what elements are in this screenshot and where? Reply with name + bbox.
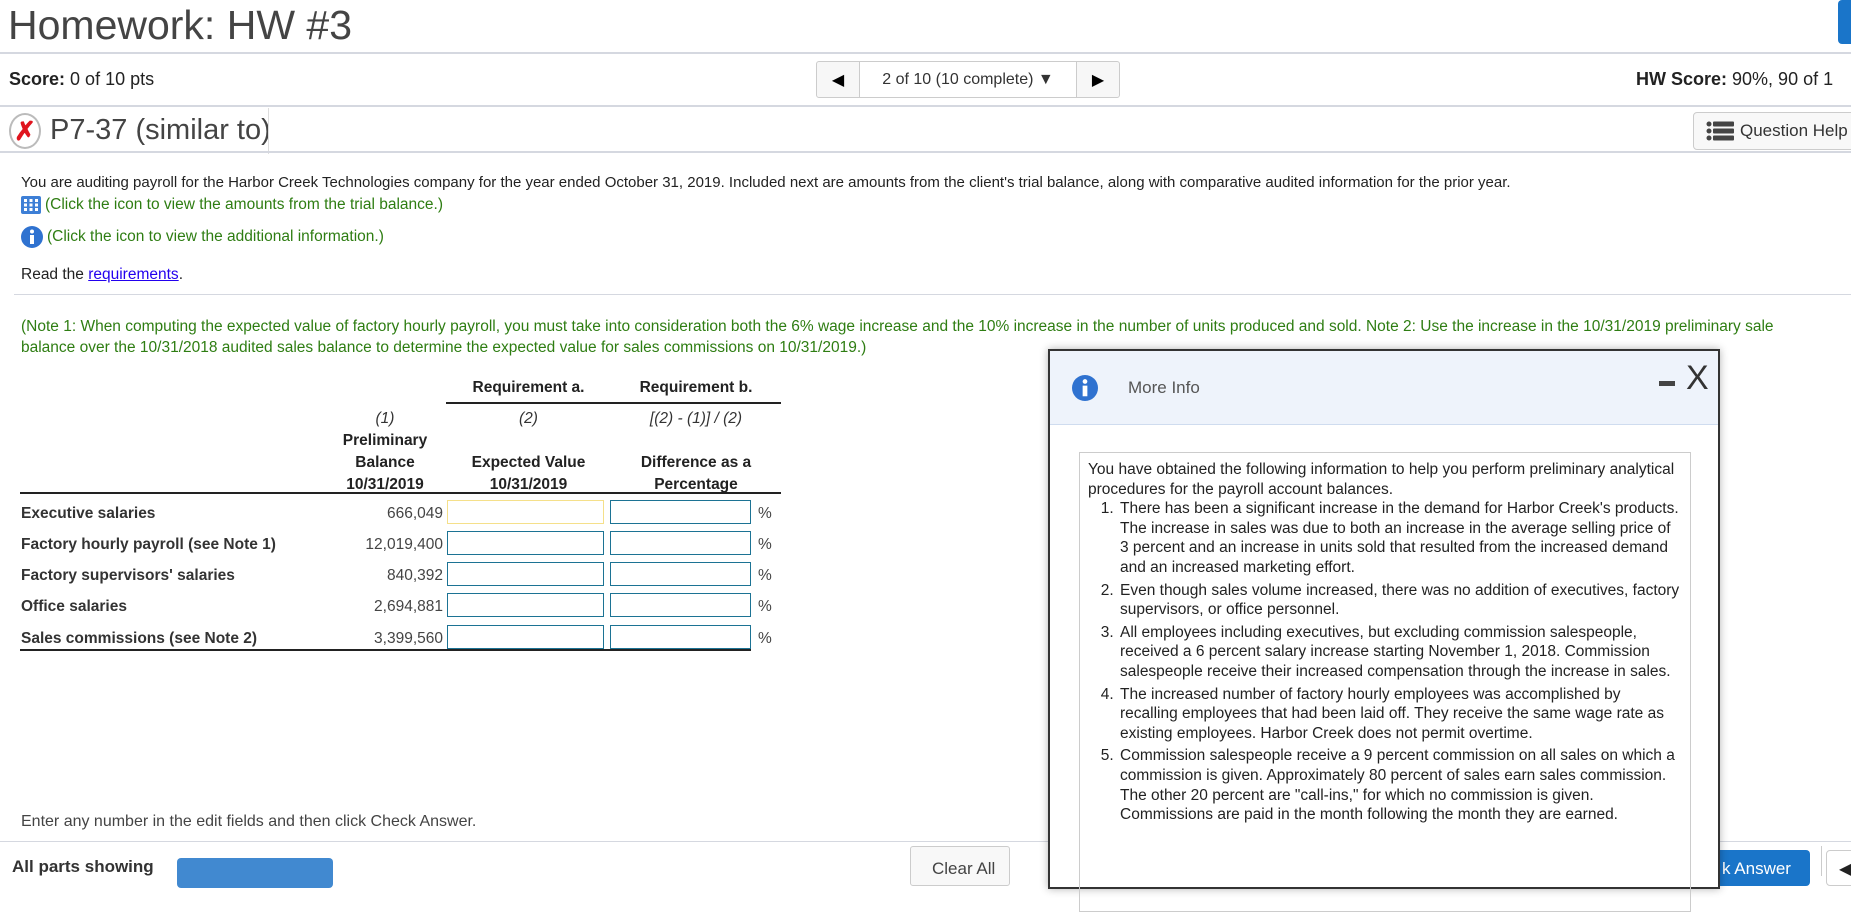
score: Score: 0 of 10 pts: [9, 69, 154, 90]
col3-formula: [(2) - (1)] / (2): [649, 410, 743, 427]
expected-value-input[interactable]: [447, 562, 604, 586]
list-item: Commission salespeople receive a 9 perce…: [1118, 746, 1682, 824]
hw-score: HW Score: 90%, 90 of 1: [1636, 69, 1833, 90]
difference-percent-input[interactable]: [610, 562, 751, 586]
expected-value-input[interactable]: [447, 500, 604, 524]
table-bottom-rule: [20, 649, 751, 651]
arrow-left-icon: ◀: [1839, 861, 1851, 878]
question-position: 2 of 10 (10 complete): [882, 70, 1034, 88]
next-question-button[interactable]: ▶: [1077, 62, 1119, 97]
preliminary-balance: 2,694,881: [374, 598, 443, 615]
dialog-intro: You have obtained the following informat…: [1088, 461, 1675, 498]
col3-header: Difference as a Percentage: [611, 452, 781, 496]
requirements-link[interactable]: requirements: [88, 266, 178, 283]
difference-percent-input[interactable]: [610, 531, 751, 555]
list-item: All employees including executives, but …: [1118, 623, 1682, 682]
preliminary-balance: 3,399,560: [374, 630, 443, 647]
question-help-label: Question Help: [1740, 121, 1848, 140]
additional-info-link[interactable]: (Click the icon to view the additional i…: [21, 226, 384, 248]
preliminary-balance: 666,049: [386, 505, 443, 522]
table-grid-icon[interactable]: [21, 196, 41, 214]
score-value: 0 of 10 pts: [70, 69, 155, 89]
row-label: Factory supervisors' salaries: [21, 567, 235, 584]
header-rule: [446, 402, 781, 404]
minimize-button[interactable]: [1659, 381, 1675, 386]
divider: [268, 108, 269, 154]
col1-header-line: Balance: [355, 454, 415, 471]
dropdown-arrow-icon: ▼: [1037, 70, 1054, 88]
preliminary-balance: 12,019,400: [365, 536, 443, 553]
list-item: There has been a significant increase in…: [1118, 499, 1682, 577]
percent-sign: %: [758, 598, 772, 615]
dialog-header[interactable]: More Info X: [1050, 351, 1718, 425]
read-suffix: .: [178, 266, 183, 283]
dialog-content: You have obtained the following informat…: [1079, 452, 1691, 912]
progress-bar: [177, 858, 333, 888]
previous-button[interactable]: ◀: [1826, 850, 1851, 886]
difference-percent-input[interactable]: [610, 593, 751, 617]
hw-score-label: HW Score:: [1636, 69, 1728, 89]
list-item: Even though sales volume increased, ther…: [1118, 581, 1682, 620]
preliminary-balance: 840,392: [386, 567, 443, 584]
row-label: Executive salaries: [21, 505, 156, 522]
intro-text: You are auditing payroll for the Harbor …: [21, 174, 1511, 191]
page-title: Homework: HW #3: [8, 2, 353, 48]
requirement-a-header: Requirement a.: [472, 379, 585, 396]
percent-sign: %: [758, 567, 772, 584]
instruction-text: Enter any number in the edit fields and …: [21, 813, 477, 830]
percent-sign: %: [758, 505, 772, 522]
info-icon: [1072, 375, 1098, 401]
divider: [0, 151, 1851, 153]
question-navigator: ◀ 2 of 10 (10 complete) ▼ ▶: [816, 61, 1120, 98]
more-info-dialog: More Info X You have obtained the follow…: [1048, 349, 1720, 912]
question-select[interactable]: 2 of 10 (10 complete) ▼: [859, 62, 1077, 97]
score-label: Score:: [9, 69, 66, 89]
dialog-title: More Info: [1128, 378, 1200, 397]
close-button[interactable]: X: [1686, 359, 1709, 398]
col2-header-line: Expected Value: [471, 454, 586, 471]
info-list: There has been a significant increase in…: [1088, 499, 1682, 825]
percent-sign: %: [758, 630, 772, 647]
list-item: The increased number of factory hourly e…: [1118, 685, 1682, 744]
list-icon: [1706, 121, 1734, 141]
expected-value-input[interactable]: [447, 531, 604, 555]
col1-number: (1): [375, 410, 395, 427]
col1-header: Preliminary Balance 10/31/2019: [325, 430, 445, 496]
divider: [14, 294, 1851, 295]
col2-header: Expected Value 10/31/2019: [446, 452, 611, 496]
question-name: P7-37 (similar to): [50, 114, 271, 146]
trial-balance-link[interactable]: (Click the icon to view the amounts from…: [21, 196, 443, 214]
difference-percent-input[interactable]: [610, 625, 751, 649]
requirement-b-header: Requirement b.: [639, 379, 753, 396]
question-help-button[interactable]: Question Help: [1693, 112, 1851, 150]
col1-header-line: Preliminary: [342, 432, 428, 449]
row-label: Sales commissions (see Note 2): [21, 630, 258, 647]
read-prefix: Read the: [21, 266, 89, 283]
divider: [0, 52, 1851, 54]
difference-percent-input[interactable]: [610, 500, 751, 524]
note-line-2: balance over the 10/31/2018 audited sale…: [21, 339, 867, 356]
header-rule: [20, 492, 781, 494]
percent-sign: %: [758, 536, 772, 553]
info-icon[interactable]: [21, 226, 43, 248]
divider: [0, 105, 1851, 107]
row-label: Factory hourly payroll (see Note 1): [21, 536, 276, 553]
clear-all-button[interactable]: Clear All: [910, 846, 1010, 886]
incorrect-x-icon: ✗: [9, 113, 41, 149]
col2-number: (2): [519, 410, 538, 427]
expected-value-input[interactable]: [447, 625, 604, 649]
read-requirements: Read the requirements.: [21, 266, 183, 284]
note-line-1: (Note 1: When computing the expected val…: [21, 318, 1774, 335]
row-label: Office salaries: [21, 598, 127, 615]
trial-balance-text: (Click the icon to view the amounts from…: [45, 196, 444, 214]
additional-info-text: (Click the icon to view the additional i…: [47, 228, 384, 246]
top-right-button[interactable]: [1838, 0, 1851, 44]
expected-value-input[interactable]: [447, 593, 604, 617]
col3-header-line: Difference as a: [640, 454, 752, 471]
hw-score-value: 90%, 90 of 1: [1732, 69, 1834, 89]
all-parts-showing: All parts showing: [12, 857, 154, 876]
previous-question-button[interactable]: ◀: [817, 62, 859, 97]
divider: [1821, 846, 1822, 876]
